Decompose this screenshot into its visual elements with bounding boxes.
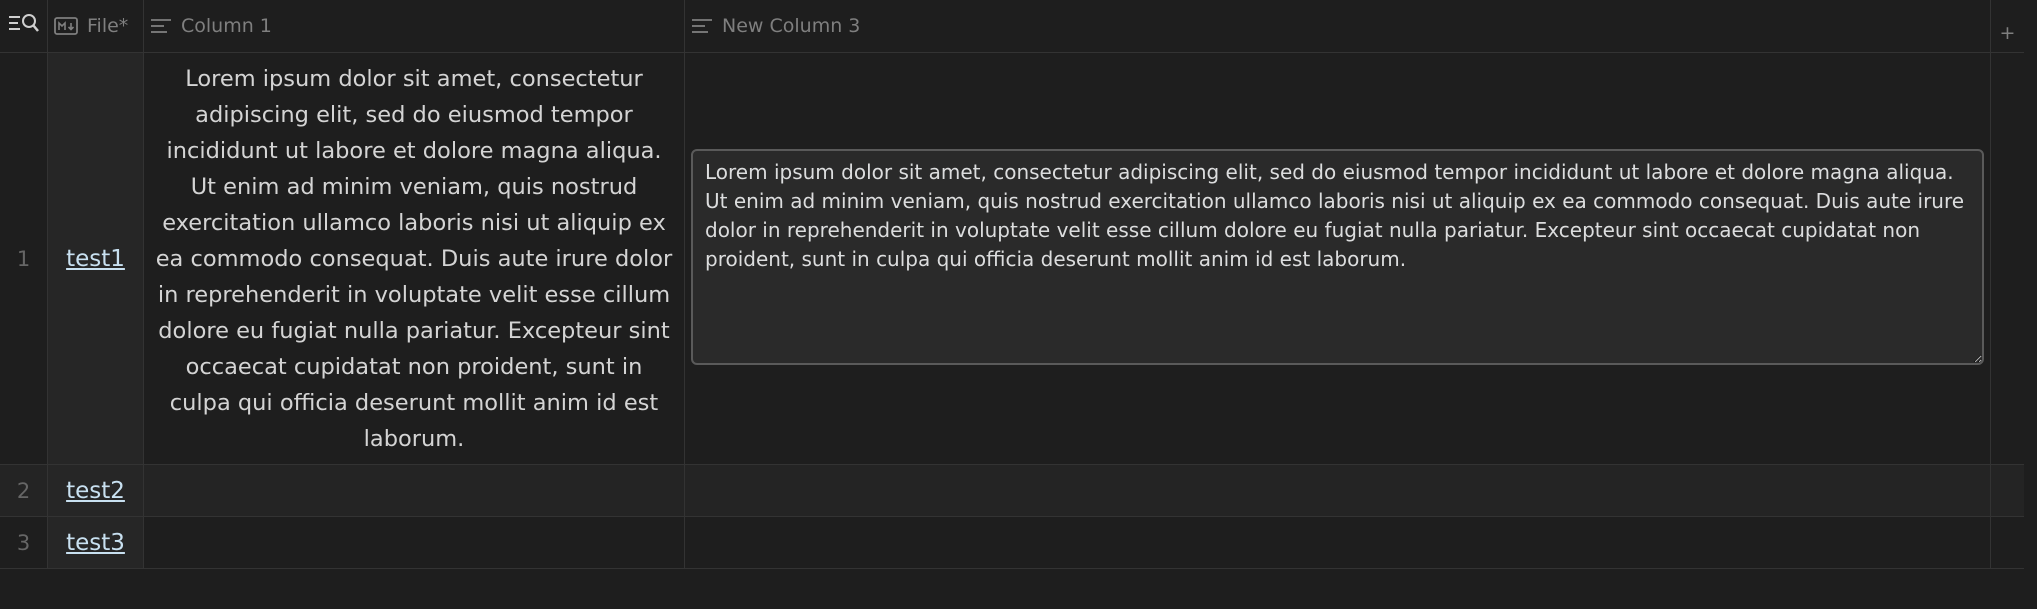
file-cell: test1 [48,53,144,464]
column3-cell[interactable] [685,53,1991,464]
search-list-icon[interactable] [8,13,40,40]
column1-label: Column 1 [181,15,272,37]
column3-cell[interactable] [685,517,1991,568]
table-header-row: File* Column 1 New Column 3 + [0,0,2024,53]
text-lines-icon [691,17,713,35]
file-cell: test2 [48,465,144,516]
file-cell: test3 [48,517,144,568]
table-row: 2 test2 [0,465,2024,517]
table-row: 3 test3 [0,517,2024,569]
add-column-button[interactable]: + [1991,0,2024,52]
empty-cell [1991,465,2024,516]
file-link[interactable]: test2 [66,478,125,504]
column1-text: Lorem ipsum dolor sit amet, consectetur … [155,65,673,452]
column1-header[interactable]: Column 1 [144,0,685,52]
file-column-header[interactable]: File* [48,0,144,52]
column3-cell[interactable] [685,465,1991,516]
column3-editor-textarea[interactable] [691,149,1984,365]
data-table: File* Column 1 New Column 3 + 1 test1 Lo… [0,0,2024,569]
text-lines-icon [150,17,172,35]
row-number: 3 [0,517,48,568]
file-column-label: File* [87,15,129,37]
file-link[interactable]: test3 [66,530,125,556]
column3-label: New Column 3 [722,15,861,37]
empty-cell [1991,517,2024,568]
table-row: 1 test1 Lorem ipsum dolor sit amet, cons… [0,53,2024,465]
column1-cell[interactable] [144,517,685,568]
file-link[interactable]: test1 [66,246,125,272]
column1-cell[interactable] [144,465,685,516]
row-number: 2 [0,465,48,516]
plus-icon[interactable]: + [2000,22,2016,44]
column3-header[interactable]: New Column 3 [685,0,1991,52]
column1-cell[interactable]: Lorem ipsum dolor sit amet, consectetur … [144,53,685,464]
row-number: 1 [0,53,48,464]
markdown-file-icon [54,16,78,36]
row-search-header[interactable] [0,0,48,52]
empty-cell [1991,53,2024,464]
